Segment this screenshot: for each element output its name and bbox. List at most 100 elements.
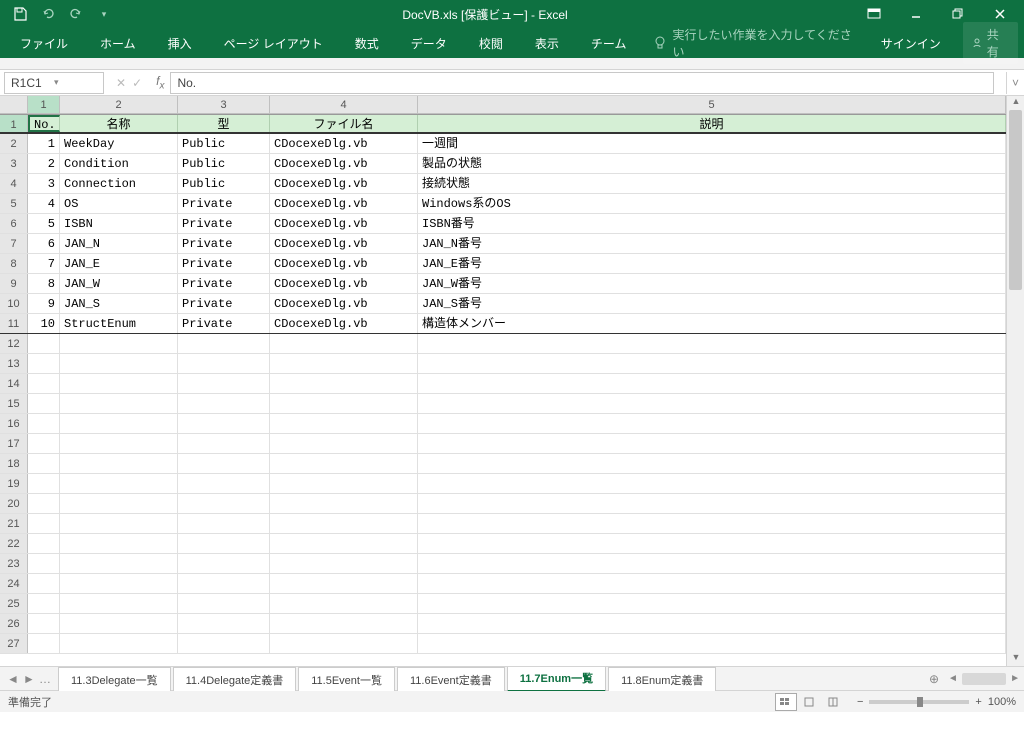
empty-cell[interactable] — [270, 594, 418, 613]
page-layout-view-icon[interactable] — [799, 693, 821, 711]
data-cell[interactable]: Condition — [60, 154, 178, 173]
col-header[interactable]: 5 — [418, 96, 1006, 113]
name-box[interactable]: R1C1 ▾ — [4, 72, 104, 94]
select-all-corner[interactable] — [0, 96, 28, 113]
empty-cell[interactable] — [60, 394, 178, 413]
data-cell[interactable]: JAN_S — [60, 294, 178, 313]
data-cell[interactable]: Public — [178, 174, 270, 193]
tab-insert[interactable]: 挿入 — [154, 29, 206, 58]
empty-cell[interactable] — [60, 494, 178, 513]
empty-cell[interactable] — [418, 614, 1006, 633]
row-header[interactable]: 27 — [0, 634, 28, 653]
row-header[interactable]: 18 — [0, 454, 28, 473]
empty-cell[interactable] — [418, 474, 1006, 493]
empty-cell[interactable] — [270, 514, 418, 533]
zoom-slider[interactable] — [869, 700, 969, 704]
empty-cell[interactable] — [418, 514, 1006, 533]
empty-cell[interactable] — [178, 554, 270, 573]
empty-cell[interactable] — [28, 354, 60, 373]
row-header[interactable]: 23 — [0, 554, 28, 573]
data-cell[interactable]: Private — [178, 274, 270, 293]
empty-cell[interactable] — [28, 374, 60, 393]
row-header[interactable]: 24 — [0, 574, 28, 593]
empty-cell[interactable] — [178, 374, 270, 393]
data-cell[interactable]: 3 — [28, 174, 60, 193]
row-header[interactable]: 13 — [0, 354, 28, 373]
scroll-up-icon[interactable]: ▲ — [1007, 96, 1024, 110]
empty-cell[interactable] — [178, 354, 270, 373]
empty-cell[interactable] — [178, 594, 270, 613]
accept-formula-icon[interactable]: ✓ — [132, 76, 142, 90]
row-header[interactable]: 26 — [0, 614, 28, 633]
empty-cell[interactable] — [178, 614, 270, 633]
empty-cell[interactable] — [28, 614, 60, 633]
tab-home[interactable]: ホーム — [86, 29, 150, 58]
sheet-tab[interactable]: 11.5Event一覧 — [298, 667, 395, 691]
header-cell[interactable]: 名称 — [60, 115, 178, 132]
data-cell[interactable]: 接続状態 — [418, 174, 1006, 193]
row-header[interactable]: 3 — [0, 154, 28, 173]
empty-cell[interactable] — [270, 574, 418, 593]
sheet-tab[interactable]: 11.8Enum定義書 — [608, 667, 716, 691]
data-cell[interactable]: 6 — [28, 234, 60, 253]
data-cell[interactable]: 8 — [28, 274, 60, 293]
spreadsheet-grid[interactable]: 1 2 3 4 5 1No.名称型ファイル名説明21WeekDayPublicC… — [0, 96, 1006, 666]
data-cell[interactable]: Private — [178, 234, 270, 253]
row-header[interactable]: 17 — [0, 434, 28, 453]
data-cell[interactable]: Private — [178, 214, 270, 233]
data-cell[interactable]: CDocexeDlg.vb — [270, 234, 418, 253]
data-cell[interactable]: CDocexeDlg.vb — [270, 214, 418, 233]
row-header[interactable]: 4 — [0, 174, 28, 193]
row-header[interactable]: 5 — [0, 194, 28, 213]
empty-cell[interactable] — [418, 434, 1006, 453]
data-cell[interactable]: JAN_E — [60, 254, 178, 273]
header-cell[interactable]: ファイル名 — [270, 115, 418, 132]
empty-cell[interactable] — [178, 514, 270, 533]
empty-cell[interactable] — [418, 394, 1006, 413]
row-header[interactable]: 6 — [0, 214, 28, 233]
data-cell[interactable]: JAN_N番号 — [418, 234, 1006, 253]
data-cell[interactable]: JAN_W — [60, 274, 178, 293]
data-cell[interactable]: JAN_N — [60, 234, 178, 253]
row-header[interactable]: 8 — [0, 254, 28, 273]
data-cell[interactable]: JAN_E番号 — [418, 254, 1006, 273]
empty-cell[interactable] — [270, 554, 418, 573]
empty-cell[interactable] — [60, 354, 178, 373]
data-cell[interactable]: 9 — [28, 294, 60, 313]
qat-customize-icon[interactable]: ▾ — [92, 2, 116, 26]
row-header[interactable]: 21 — [0, 514, 28, 533]
row-header[interactable]: 1 — [0, 115, 28, 132]
header-cell[interactable]: No. — [28, 115, 60, 132]
empty-cell[interactable] — [178, 494, 270, 513]
data-cell[interactable]: CDocexeDlg.vb — [270, 194, 418, 213]
data-cell[interactable]: CDocexeDlg.vb — [270, 254, 418, 273]
normal-view-icon[interactable] — [775, 693, 797, 711]
row-header[interactable]: 11 — [0, 314, 28, 333]
data-cell[interactable]: 一週間 — [418, 134, 1006, 153]
data-cell[interactable]: CDocexeDlg.vb — [270, 294, 418, 313]
empty-cell[interactable] — [60, 434, 178, 453]
data-cell[interactable]: 2 — [28, 154, 60, 173]
empty-cell[interactable] — [178, 474, 270, 493]
data-cell[interactable]: JAN_W番号 — [418, 274, 1006, 293]
col-header[interactable]: 2 — [60, 96, 178, 113]
data-cell[interactable]: 7 — [28, 254, 60, 273]
data-cell[interactable]: 10 — [28, 314, 60, 333]
data-cell[interactable]: ISBN番号 — [418, 214, 1006, 233]
empty-cell[interactable] — [28, 394, 60, 413]
empty-cell[interactable] — [418, 634, 1006, 653]
empty-cell[interactable] — [270, 634, 418, 653]
row-header[interactable]: 20 — [0, 494, 28, 513]
col-header[interactable]: 1 — [28, 96, 60, 113]
empty-cell[interactable] — [28, 474, 60, 493]
data-cell[interactable]: Connection — [60, 174, 178, 193]
zoom-in-icon[interactable]: + — [975, 696, 981, 708]
empty-cell[interactable] — [270, 434, 418, 453]
sheet-tab[interactable]: 11.4Delegate定義書 — [173, 667, 297, 691]
empty-cell[interactable] — [28, 454, 60, 473]
sheet-nav-next-icon[interactable]: ► — [22, 672, 36, 686]
fx-icon[interactable]: fx — [150, 74, 170, 91]
zoom-out-icon[interactable]: − — [857, 696, 863, 708]
scroll-thumb[interactable] — [1009, 110, 1022, 290]
cancel-formula-icon[interactable]: ✕ — [116, 76, 126, 90]
